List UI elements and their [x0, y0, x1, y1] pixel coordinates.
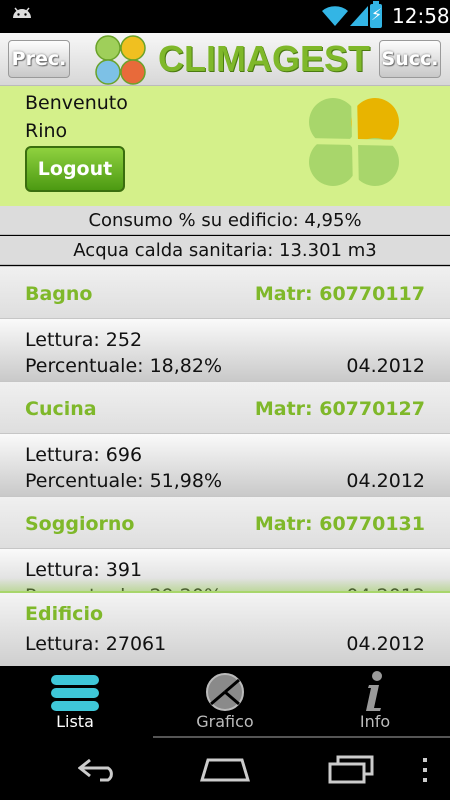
climagest-logo-icon — [95, 35, 146, 85]
app-header: Prec. CLIMAGEST Succ. — [0, 33, 450, 86]
room-lettura: Lettura: 391 — [25, 559, 143, 581]
room-name: Bagno — [25, 283, 93, 305]
back-icon[interactable] — [78, 758, 122, 782]
prev-button[interactable]: Prec. — [8, 40, 70, 78]
building-date: 04.2012 — [346, 633, 425, 655]
room-name: Soggiorno — [25, 513, 135, 535]
tab-divider — [153, 736, 450, 738]
tab-label: Info — [359, 712, 391, 731]
room-percentuale: Percentuale: 18,82% — [25, 355, 223, 377]
room-lettura: Lettura: 252 — [25, 329, 143, 351]
wifi-icon — [322, 6, 348, 26]
username: Rino — [25, 120, 68, 142]
list-item-header[interactable]: Bagno Matr: 60770117 — [0, 266, 450, 318]
room-date: 04.2012 — [346, 470, 425, 492]
app-name: CLIMAGEST — [158, 38, 370, 79]
tab-bar: Lista Grafico Info — [0, 666, 450, 740]
status-bar: ⚡ 12:58 — [0, 0, 450, 33]
room-percentuale: Percentuale: 51,98% — [25, 470, 223, 492]
next-button[interactable]: Succ. — [379, 40, 441, 78]
signal-icon — [350, 6, 368, 26]
android-icon — [13, 7, 31, 18]
list-icon — [51, 675, 99, 711]
chart-icon — [206, 673, 244, 711]
tab-label: Lista — [56, 712, 94, 731]
room-matr: Matr: 60770127 — [254, 398, 425, 420]
list-item-header[interactable]: Soggiorno Matr: 60770131 — [0, 496, 450, 548]
tab-lista[interactable]: Lista — [0, 666, 150, 740]
consumo-summary: Consumo % su edificio: 4,95% — [0, 206, 450, 235]
room-lettura: Lettura: 696 — [25, 444, 143, 466]
clock: 12:58 — [392, 4, 450, 28]
room-matr: Matr: 60770131 — [254, 513, 425, 535]
building-name: Edificio — [25, 603, 104, 625]
system-nav-bar — [0, 740, 450, 800]
info-icon — [366, 671, 382, 711]
list-item-body[interactable]: Lettura: 252 Percentuale: 18,82% 04.2012 — [0, 318, 450, 381]
logout-button[interactable]: Logout — [25, 146, 125, 192]
tab-info[interactable]: Info — [300, 666, 450, 740]
menu-icon[interactable] — [420, 756, 430, 786]
home-icon[interactable] — [200, 756, 250, 784]
list-item-body[interactable]: Lettura: 696 Percentuale: 51,98% 04.2012 — [0, 433, 450, 496]
welcome-panel: Benvenuto Rino Logout — [0, 86, 450, 206]
list-item-header[interactable]: Cucina Matr: 60770127 — [0, 381, 450, 433]
tab-grafico[interactable]: Grafico — [150, 666, 300, 740]
room-matr: Matr: 60770117 — [254, 283, 425, 305]
tab-label: Grafico — [196, 712, 254, 731]
room-date: 04.2012 — [346, 355, 425, 377]
building-lettura: Lettura: 27061 — [25, 633, 167, 655]
room-name: Cucina — [25, 398, 97, 420]
recent-apps-icon[interactable] — [328, 754, 374, 784]
acqua-summary: Acqua calda sanitaria: 13.301 m3 — [0, 236, 450, 265]
greeting: Benvenuto — [25, 92, 128, 114]
building-summary[interactable]: Edificio Lettura: 27061 04.2012 — [0, 591, 450, 666]
battery-charging-icon: ⚡ — [370, 1, 382, 28]
climagest-logo-large-icon — [305, 92, 405, 192]
